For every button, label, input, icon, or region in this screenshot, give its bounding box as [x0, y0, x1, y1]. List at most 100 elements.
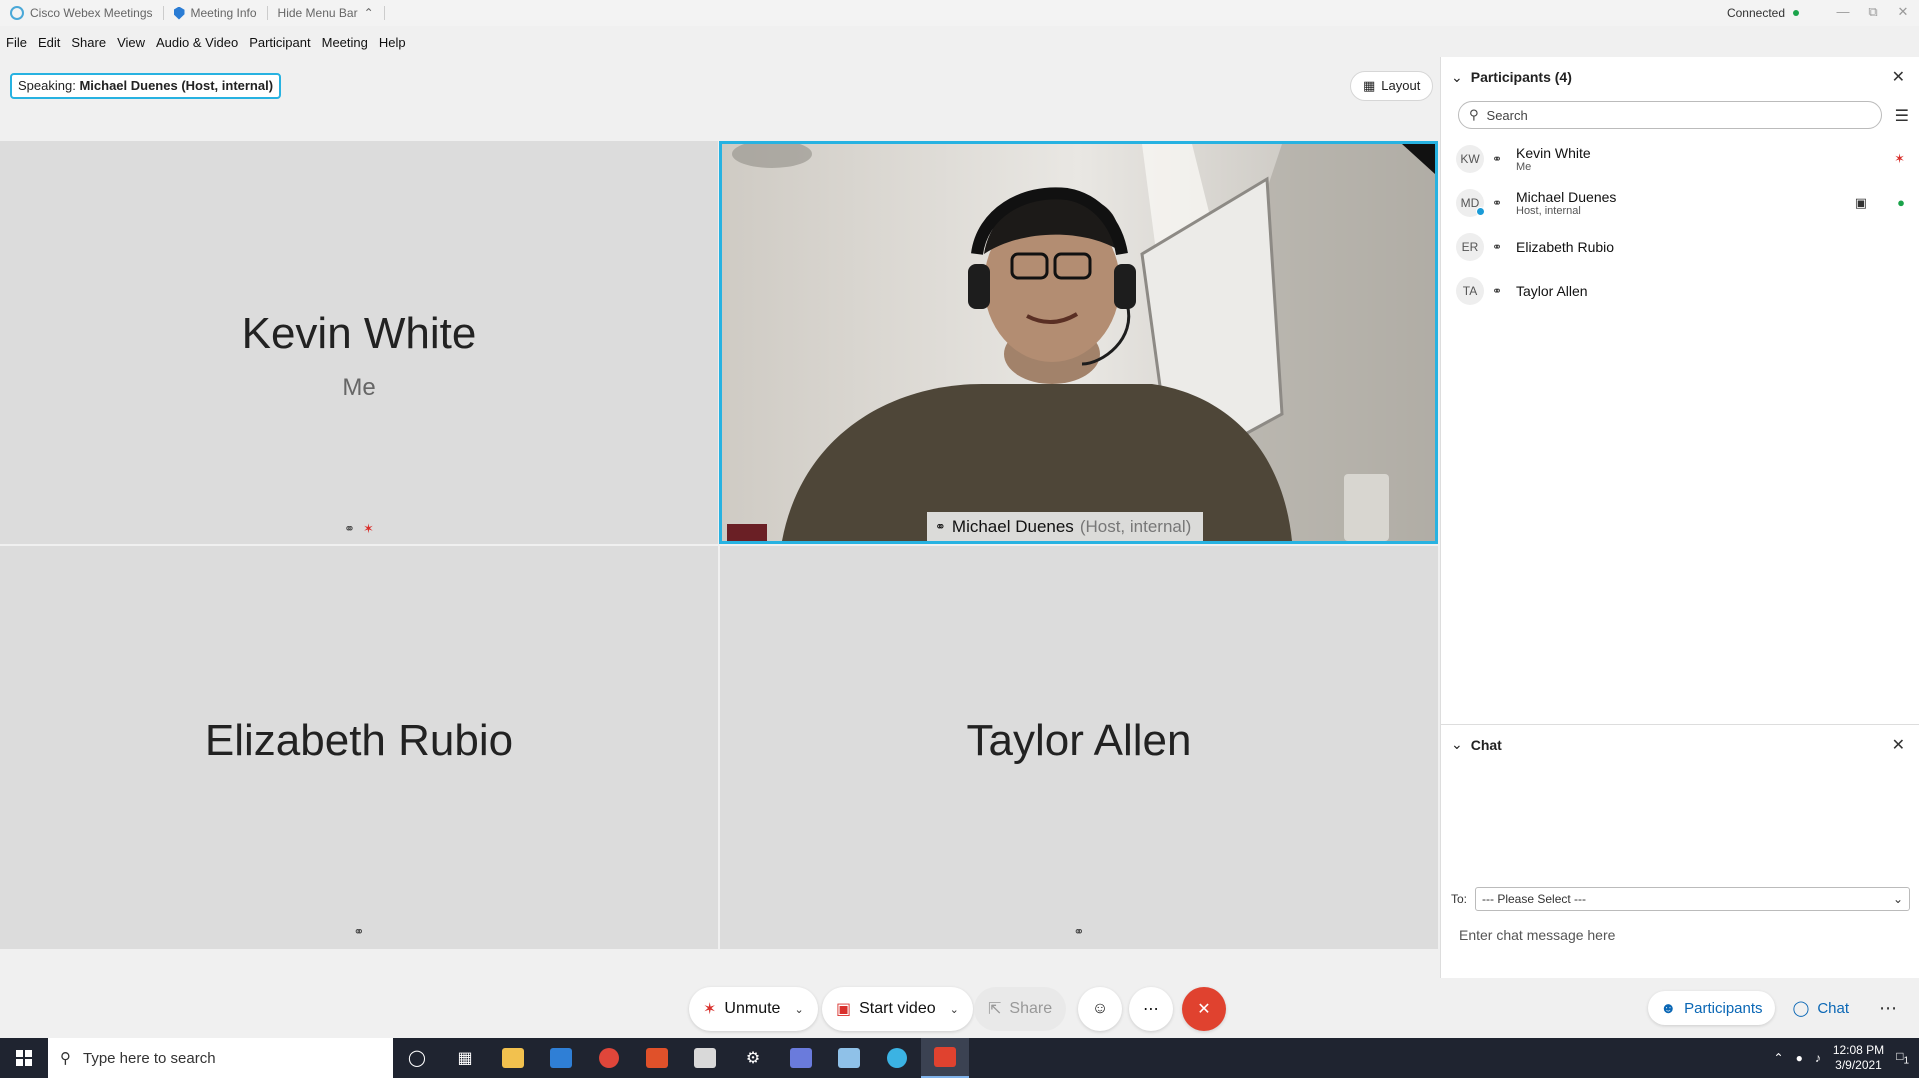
- headset-icon: ⚭: [1492, 196, 1503, 210]
- menu-meeting[interactable]: Meeting: [317, 32, 373, 54]
- mic-active-icon[interactable]: ●: [1897, 195, 1905, 210]
- start-video-label: Start video: [859, 1000, 936, 1017]
- participant-role: Me: [1516, 161, 1532, 173]
- chevron-down-icon[interactable]: ⌄: [950, 1003, 959, 1016]
- menu-file[interactable]: File: [1, 32, 32, 54]
- to-label: To:: [1451, 892, 1468, 906]
- layout-button[interactable]: ▦ Layout: [1350, 71, 1434, 101]
- video-tile-elizabeth[interactable]: Elizabeth Rubio ⚭: [0, 546, 718, 949]
- start-video-button[interactable]: ▣ Start video ⌄: [822, 987, 973, 1031]
- tile-name: Elizabeth Rubio: [204, 716, 514, 765]
- microphone-icon[interactable]: ●: [1796, 1051, 1803, 1065]
- cortana-icon: ◯: [408, 1050, 426, 1067]
- title-bar: Cisco Webex Meetings Meeting Info Hide M…: [0, 0, 1919, 26]
- close-chat-button[interactable]: ✕: [1892, 735, 1905, 755]
- menu-share[interactable]: Share: [66, 32, 111, 54]
- chat-tab[interactable]: ◯ Chat: [1781, 991, 1861, 1025]
- avatar: MD: [1456, 189, 1485, 217]
- windows-taskbar: ⚲ Type here to search ◯ ▦ ⚙ ⌃ ● ♪ 12:08 …: [0, 1038, 1919, 1078]
- chevron-up-icon: ⌃: [363, 6, 374, 20]
- nameplate-name: Michael Duenes: [951, 516, 1074, 536]
- webex-meeting-button[interactable]: [921, 1038, 969, 1078]
- list-item[interactable]: MD ⚭ Michael Duenes Host, internal ▣ ●: [1441, 181, 1919, 225]
- task-view-button[interactable]: ▦: [441, 1038, 489, 1078]
- document-app-button[interactable]: [681, 1038, 729, 1078]
- chevron-down-icon: ⌄: [1892, 892, 1904, 906]
- chevron-down-icon[interactable]: ⌄: [1451, 69, 1463, 86]
- close-icon: ✕: [1197, 1001, 1211, 1018]
- close-window-button[interactable]: ✕: [1889, 2, 1917, 22]
- settings-button[interactable]: ⚙: [729, 1038, 777, 1078]
- menu-help[interactable]: Help: [374, 32, 411, 54]
- side-panel: ⌄ Participants (4) ✕ ⚲ Search ☰ KW ⚭ Kev…: [1440, 57, 1919, 978]
- menu-audio-video[interactable]: Audio & Video: [151, 32, 243, 54]
- chat-bubble-icon: ◯: [1792, 1000, 1810, 1017]
- start-button[interactable]: [0, 1038, 48, 1078]
- office-button[interactable]: [633, 1038, 681, 1078]
- webex-button[interactable]: [873, 1038, 921, 1078]
- tile-subtitle: Me: [342, 374, 376, 401]
- unmute-label: Unmute: [724, 1000, 781, 1017]
- chat-title: Chat: [1470, 736, 1502, 753]
- list-item[interactable]: ER ⚭ Elizabeth Rubio: [1441, 225, 1919, 269]
- participants-tab[interactable]: ☻ Participants: [1648, 991, 1775, 1025]
- meeting-info-label: Meeting Info: [190, 6, 257, 20]
- close-participants-button[interactable]: ✕: [1892, 67, 1905, 87]
- video-tile-kevin[interactable]: Kevin White Me ⚭ ✶: [0, 141, 718, 544]
- mic-muted-icon: ✶: [703, 1001, 717, 1018]
- menu-view[interactable]: View: [112, 32, 150, 54]
- tile-status: ⚭: [0, 924, 718, 940]
- chevron-up-icon[interactable]: ⌃: [1774, 1051, 1784, 1065]
- headset-icon: ⚭: [1492, 284, 1503, 298]
- shield-info-icon: [173, 6, 185, 20]
- headset-icon: ⚭: [1492, 152, 1503, 166]
- leave-meeting-button[interactable]: ✕: [1182, 987, 1226, 1031]
- participant-search-input[interactable]: ⚲ Search: [1458, 101, 1882, 129]
- video-tile-michael[interactable]: ⚭ Michael Duenes (Host, internal): [719, 141, 1438, 544]
- more-panels-button[interactable]: ⋯: [1867, 991, 1909, 1025]
- speaking-name: Michael Duenes (Host, internal): [79, 78, 274, 93]
- person-icon: ☻: [1660, 999, 1677, 1017]
- notification-icon[interactable]: □1: [1896, 1049, 1909, 1066]
- nameplate-role: (Host, internal): [1079, 516, 1192, 536]
- sort-list-icon[interactable]: ☰: [1895, 106, 1909, 126]
- more-options-button[interactable]: ⋯: [1129, 987, 1173, 1031]
- meeting-info-button[interactable]: Meeting Info: [164, 6, 268, 20]
- reactions-button[interactable]: ☺: [1078, 987, 1122, 1031]
- menu-participant[interactable]: Participant: [244, 32, 315, 54]
- chat-tab-label: Chat: [1817, 999, 1849, 1017]
- more-icon: ⋯: [1143, 1001, 1159, 1018]
- tile-name: Taylor Allen: [966, 716, 1192, 765]
- menu-edit[interactable]: Edit: [33, 32, 65, 54]
- taskbar-search-input[interactable]: ⚲ Type here to search: [48, 1038, 393, 1078]
- mic-muted-icon[interactable]: ✶: [1894, 151, 1905, 167]
- chevron-down-icon[interactable]: ⌄: [794, 1003, 803, 1016]
- volume-icon[interactable]: ♪: [1815, 1051, 1821, 1065]
- discord-button[interactable]: [777, 1038, 825, 1078]
- mail-button[interactable]: [537, 1038, 585, 1078]
- video-camera-icon: ▣: [1854, 195, 1867, 210]
- folder-icon: [502, 1048, 524, 1068]
- share-label: Share: [1009, 1000, 1053, 1017]
- search-placeholder: Search: [1486, 107, 1528, 123]
- app-button[interactable]: [825, 1038, 873, 1078]
- share-button[interactable]: ⇱ Share: [974, 987, 1067, 1031]
- file-explorer-button[interactable]: [489, 1038, 537, 1078]
- minimize-button[interactable]: —: [1829, 2, 1857, 22]
- participants-title: Participants (4): [1470, 69, 1572, 85]
- chat-recipient-select[interactable]: --- Please Select --- ⌄: [1475, 887, 1911, 911]
- chat-message-input[interactable]: Enter chat message here: [1459, 927, 1615, 943]
- cortana-button[interactable]: ◯: [393, 1038, 441, 1078]
- video-tile-taylor[interactable]: Taylor Allen ⚭: [720, 546, 1438, 949]
- clock[interactable]: 12:08 PM 3/9/2021: [1833, 1043, 1884, 1073]
- headset-icon: ⚭: [344, 521, 355, 536]
- list-item[interactable]: TA ⚭ Taylor Allen: [1441, 269, 1919, 313]
- unmute-button[interactable]: ✶ Unmute ⌄: [689, 987, 818, 1031]
- list-item[interactable]: KW ⚭ Kevin White Me ✶: [1441, 137, 1919, 181]
- maximize-button[interactable]: ⧉: [1859, 2, 1887, 22]
- chevron-down-icon[interactable]: ⌄: [1451, 736, 1463, 753]
- chrome-button[interactable]: [585, 1038, 633, 1078]
- hide-menu-bar-button[interactable]: Hide Menu Bar ⌃: [268, 6, 385, 20]
- participant-name: Taylor Allen: [1516, 283, 1588, 299]
- connection-dot-icon: [1793, 10, 1799, 16]
